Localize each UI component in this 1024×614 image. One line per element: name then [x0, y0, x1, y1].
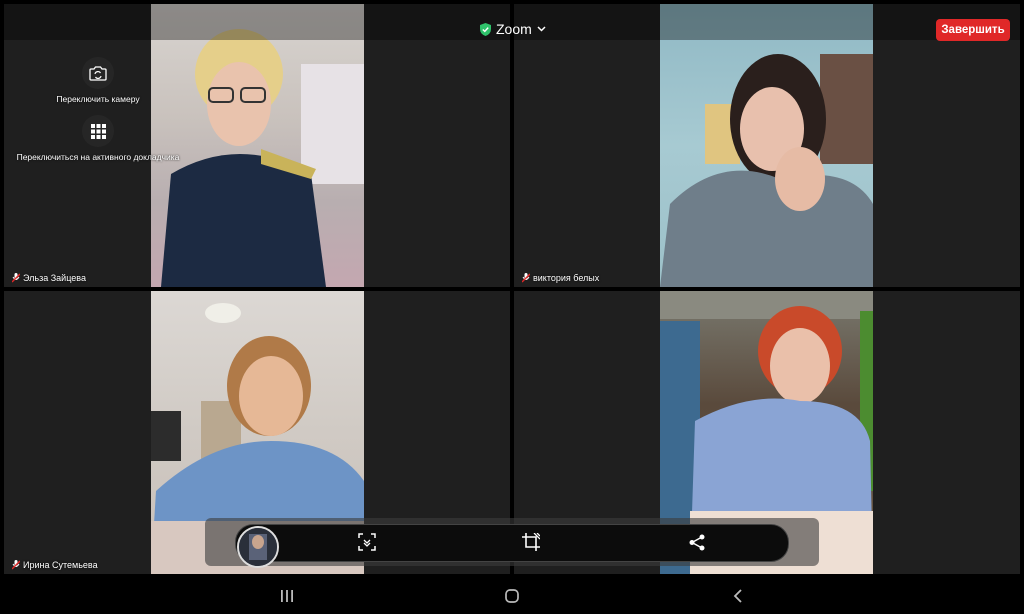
- participant-name-2: виктория белых: [533, 273, 600, 283]
- home-button[interactable]: [500, 586, 524, 606]
- crop-icon: [522, 533, 540, 551]
- share-button[interactable]: [687, 532, 707, 552]
- switch-speaker-label: Переключиться на активного докладчика: [16, 152, 180, 162]
- switch-camera-button[interactable]: [82, 57, 114, 89]
- switch-speaker-control[interactable]: Переключиться на активного докладчика: [6, 115, 190, 162]
- thumbnail-preview: [239, 528, 277, 566]
- recent-apps-button[interactable]: [275, 586, 299, 606]
- participant-video-2: [660, 4, 873, 287]
- chevron-down-icon: [537, 26, 546, 32]
- crop-edit-button[interactable]: [521, 532, 541, 552]
- screenshot-icon: [358, 533, 376, 551]
- participant-name-1: Эльза Зайцева: [23, 273, 86, 283]
- end-meeting-button[interactable]: Завершить: [936, 19, 1010, 41]
- recent-apps-icon: [281, 590, 293, 602]
- screenshot-thumbnail[interactable]: [237, 526, 279, 568]
- shield-check-icon: [480, 22, 491, 36]
- switch-speaker-button[interactable]: [82, 115, 114, 147]
- system-navigation-bar: [0, 578, 1024, 614]
- switch-camera-control[interactable]: Переключить камеру: [50, 57, 146, 104]
- participant-name-3: Ирина Сутемьева: [23, 560, 98, 570]
- person-figure-2: [660, 54, 873, 287]
- video-tile-2[interactable]: виктория белых: [514, 4, 1020, 287]
- mic-muted-icon: [12, 273, 20, 283]
- scroll-capture-button[interactable]: [357, 532, 377, 552]
- screenshot-toolbar: [205, 518, 819, 568]
- meeting-info-dropdown[interactable]: Zoom: [480, 21, 546, 37]
- participant-label-1: Эльза Зайцева: [12, 273, 86, 283]
- participant-label-3: Ирина Сутемьева: [12, 560, 98, 570]
- switch-camera-label: Переключить камеру: [56, 94, 140, 104]
- back-icon: [733, 589, 742, 603]
- back-button[interactable]: [726, 586, 750, 606]
- share-icon: [689, 534, 705, 550]
- mic-muted-icon: [12, 560, 20, 570]
- camera-switch-icon: [89, 65, 107, 81]
- home-icon: [505, 589, 519, 603]
- mic-muted-icon: [522, 273, 530, 283]
- grid-icon: [90, 123, 106, 139]
- participant-label-2: виктория белых: [522, 273, 599, 283]
- app-title: Zoom: [496, 21, 532, 37]
